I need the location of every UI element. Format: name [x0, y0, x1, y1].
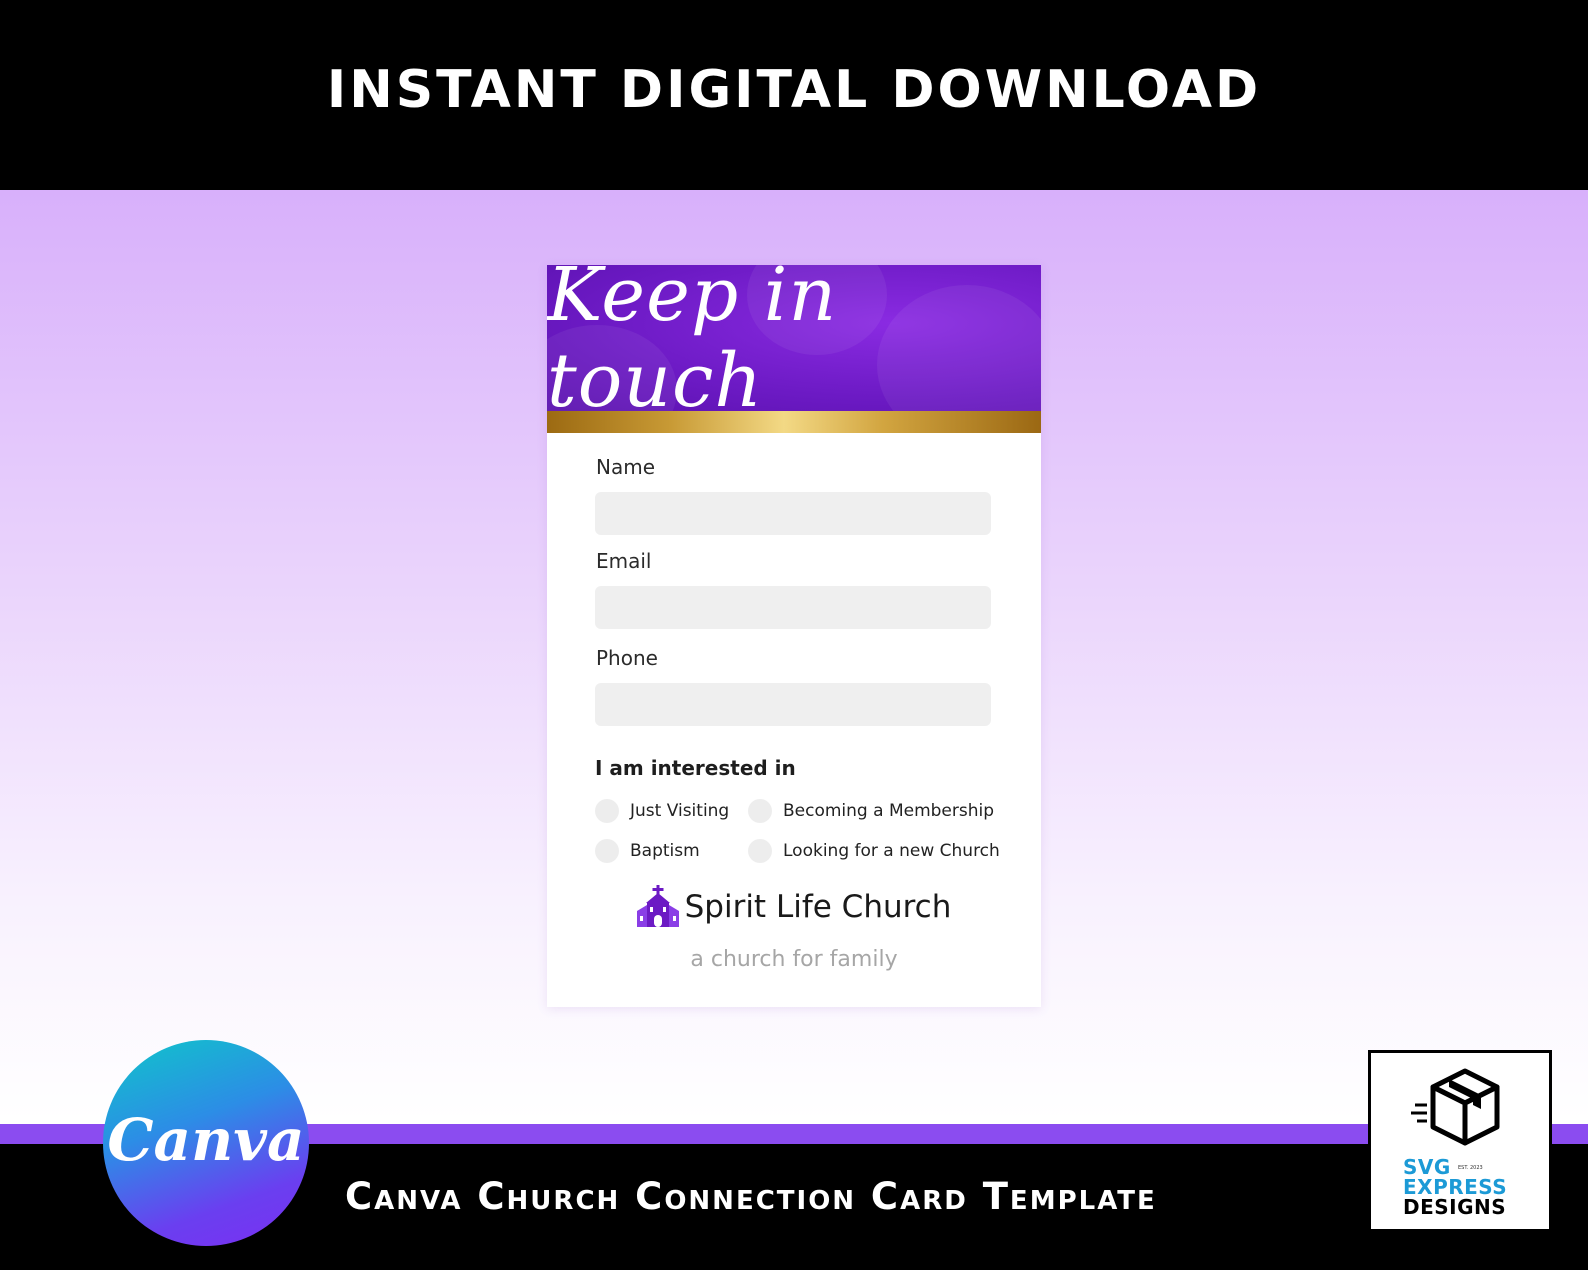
svg-express-logo: SVG EST. 2023 EXPRESS DESIGNS: [1368, 1050, 1552, 1232]
church-brand: Spirit Life Church: [547, 885, 1041, 929]
option-label: Looking for a new Church: [783, 841, 1000, 861]
radio-button[interactable]: [748, 839, 772, 863]
canva-logo-text: Canva: [107, 1106, 305, 1174]
name-field[interactable]: [595, 492, 991, 535]
box-icon: [1411, 1068, 1500, 1146]
email-label: Email: [596, 549, 652, 573]
bottom-banner-title: Canva Church Connection Card Template: [345, 1175, 1157, 1218]
email-field[interactable]: [595, 586, 991, 629]
radio-button[interactable]: [748, 799, 772, 823]
logo-text-svg: SVG: [1403, 1155, 1451, 1179]
logo-text-express: EXPRESS: [1403, 1175, 1508, 1199]
radio-button[interactable]: [595, 799, 619, 823]
connection-card: Keep in touch Name Email Phone I am inte…: [547, 265, 1041, 1007]
phone-label: Phone: [596, 646, 658, 670]
option-label: Baptism: [630, 841, 700, 861]
logo-established: EST. 2023: [1458, 1165, 1483, 1171]
gold-divider: [547, 411, 1041, 433]
option-new-church[interactable]: Looking for a new Church: [748, 838, 1000, 864]
logo-text-designs: DESIGNS: [1403, 1195, 1507, 1219]
name-label: Name: [596, 455, 656, 479]
option-label: Just Visiting: [630, 801, 730, 821]
interest-heading: I am interested in: [595, 756, 796, 780]
option-just-visiting[interactable]: Just Visiting: [595, 798, 729, 824]
top-banner: INSTANT DIGITAL DOWNLOAD: [0, 0, 1588, 190]
phone-field[interactable]: [595, 683, 991, 726]
canva-logo: Canva: [103, 1040, 309, 1246]
option-baptism[interactable]: Baptism: [595, 838, 700, 864]
church-tagline: a church for family: [690, 947, 898, 972]
radio-button[interactable]: [595, 839, 619, 863]
option-becoming-membership[interactable]: Becoming a Membership: [748, 798, 994, 824]
church-name: Spirit Life Church: [684, 889, 952, 925]
option-label: Becoming a Membership: [783, 801, 995, 821]
card-title: Keep in touch: [547, 265, 838, 411]
church-icon: [636, 885, 679, 927]
top-banner-title: INSTANT DIGITAL DOWNLOAD: [326, 60, 1262, 120]
card-header: Keep in touch: [547, 265, 1041, 411]
